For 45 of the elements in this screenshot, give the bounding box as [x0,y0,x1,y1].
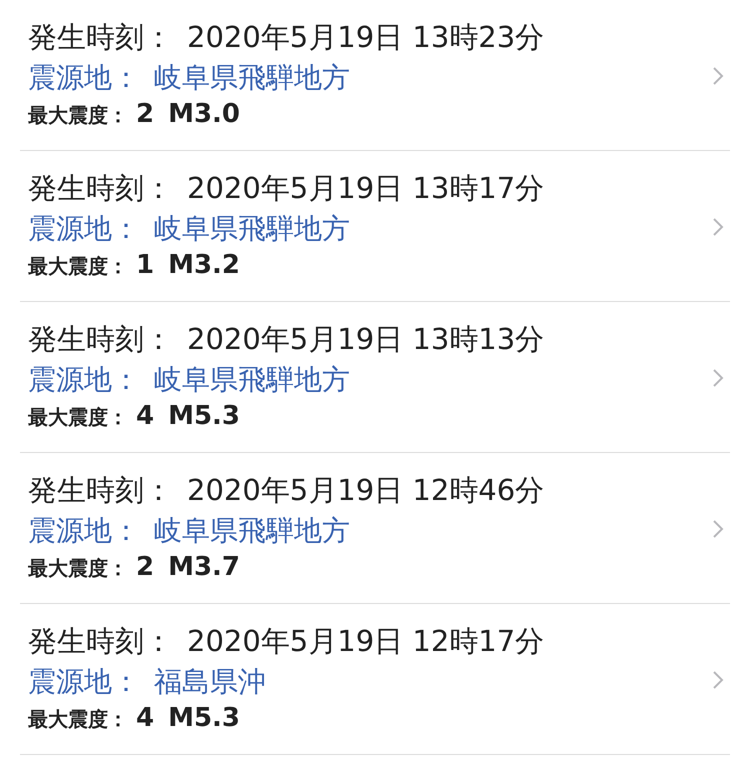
epicenter-label: 震源地： [28,664,140,700]
intensity-label: 最大震度： [28,706,128,733]
magnitude-value: M3.7 [168,552,240,582]
epicenter-name: 岐阜県飛騨地方 [154,362,350,398]
occurrence-time: 2020年5月19日 13時17分 [187,170,544,207]
intensity-value: 2 [136,99,154,129]
chevron-right-icon [712,217,724,237]
intensity-label: 最大震度： [28,555,128,582]
time-label: 発生時刻： [28,321,173,358]
time-label: 発生時刻： [28,623,173,660]
earthquake-list-item[interactable]: 発生時刻： 2020年5月19日 12時17分 震源地： 福島県沖 最大震度： 4 M5.3 [20,604,730,755]
intensity-value: 1 [136,250,154,280]
occurrence-time: 2020年5月19日 13時23分 [187,19,544,56]
chevron-right-icon [712,519,724,539]
earthquake-list-item[interactable]: 発生時刻： 2020年5月19日 13時23分 震源地： 岐阜県飛騨地方 最大震度： 2 M3.0 [20,0,730,151]
epicenter-name: 福島県沖 [154,664,266,700]
occurrence-time: 2020年5月19日 12時17分 [187,623,544,660]
occurrence-time: 2020年5月19日 12時46分 [187,472,544,509]
magnitude-value: M5.3 [168,401,240,431]
chevron-right-icon [712,66,724,86]
earthquake-list-item[interactable]: 発生時刻： 2020年5月19日 13時13分 震源地： 岐阜県飛騨地方 最大震度： 4 M5.3 [20,302,730,453]
chevron-right-icon [712,670,724,690]
earthquake-list-item[interactable]: 発生時刻： 2020年5月19日 12時46分 震源地： 岐阜県飛騨地方 最大震度： 2 M3.7 [20,453,730,604]
intensity-value: 2 [136,552,154,582]
epicenter-label: 震源地： [28,362,140,398]
magnitude-value: M3.2 [168,250,240,280]
epicenter-name: 岐阜県飛騨地方 [154,513,350,549]
intensity-label: 最大震度： [28,404,128,431]
magnitude-value: M5.3 [168,703,240,733]
intensity-label: 最大震度： [28,102,128,129]
epicenter-label: 震源地： [28,211,140,247]
epicenter-label: 震源地： [28,60,140,96]
epicenter-label: 震源地： [28,513,140,549]
time-label: 発生時刻： [28,19,173,56]
epicenter-name: 岐阜県飛騨地方 [154,60,350,96]
occurrence-time: 2020年5月19日 13時13分 [187,321,544,358]
earthquake-list-item[interactable]: 発生時刻： 2020年5月19日 13時17分 震源地： 岐阜県飛騨地方 最大震度： 1 M3.2 [20,151,730,302]
intensity-value: 4 [136,703,154,733]
time-label: 発生時刻： [28,472,173,509]
magnitude-value: M3.0 [168,99,240,129]
epicenter-name: 岐阜県飛騨地方 [154,211,350,247]
intensity-value: 4 [136,401,154,431]
chevron-right-icon [712,368,724,388]
intensity-label: 最大震度： [28,253,128,280]
time-label: 発生時刻： [28,170,173,207]
